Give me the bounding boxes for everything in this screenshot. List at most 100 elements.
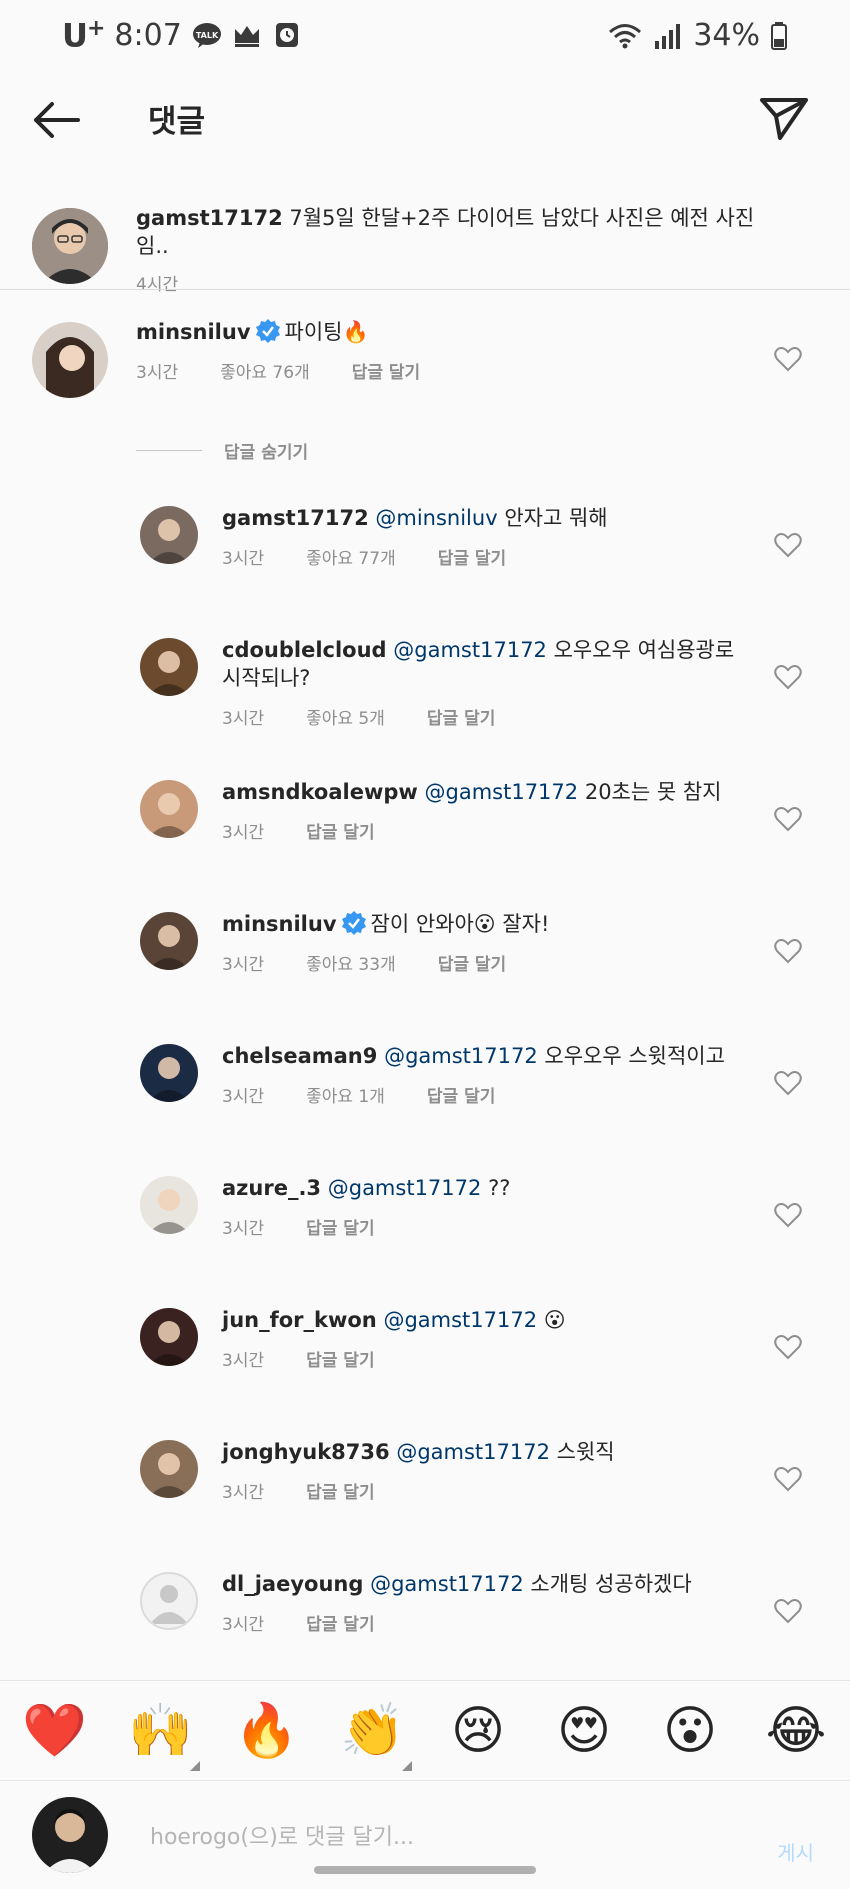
reply-button[interactable]: 답글 달기 <box>427 704 495 729</box>
reply-username[interactable]: dl_jaeyoung <box>222 1572 363 1596</box>
reply-body: chelseaman9 @gamst17172 오우오우 스윗적이고 3시간 좋아요… <box>222 1042 752 1107</box>
clapping-emoji-button[interactable]: 👏 <box>340 1699 405 1763</box>
comment-likes[interactable]: 좋아요 76개 <box>220 358 310 383</box>
mention-link[interactable]: @gamst17172 <box>328 1176 482 1200</box>
reply-username[interactable]: jun_for_kwon <box>222 1308 377 1332</box>
battery-icon <box>771 21 787 50</box>
like-heart-icon[interactable] <box>774 1334 802 1360</box>
reply-username[interactable]: gamst17172 <box>222 506 369 530</box>
reply-button[interactable]: 답글 달기 <box>306 1346 374 1371</box>
skin-tone-indicator <box>190 1761 200 1771</box>
reply-item: amsndkoalewpw @gamst17172 20초는 못 참지 3시간 답글… <box>0 778 850 888</box>
avatar[interactable] <box>140 1440 198 1498</box>
caption-username[interactable]: gamst17172 <box>136 206 283 230</box>
comment-username[interactable]: minsniluv <box>136 320 251 344</box>
avatar[interactable] <box>140 912 198 970</box>
clock-app-icon <box>275 23 298 48</box>
like-heart-icon[interactable] <box>774 1598 802 1624</box>
mention-link[interactable]: @gamst17172 <box>425 780 579 804</box>
like-heart-icon[interactable] <box>774 346 802 372</box>
like-heart-icon[interactable] <box>774 806 802 832</box>
skin-tone-indicator <box>402 1761 412 1771</box>
hide-replies-toggle[interactable]: 답글 숨기기 <box>136 438 308 463</box>
hide-replies-line <box>136 450 202 451</box>
avatar[interactable] <box>140 506 198 564</box>
comment-input[interactable] <box>150 1817 710 1857</box>
reply-text: dl_jaeyoung @gamst17172 소개팅 성공하겠다 <box>222 1570 752 1598</box>
like-heart-icon[interactable] <box>774 938 802 964</box>
reply-button[interactable]: 답글 달기 <box>352 358 420 383</box>
comment-content: 파이팅🔥 <box>284 320 369 344</box>
post-button[interactable]: 게시 <box>777 1837 814 1866</box>
battery-percent: 34% <box>693 18 760 53</box>
crown-icon <box>234 26 259 48</box>
laughing-emoji-button[interactable]: 😂 <box>764 1699 828 1763</box>
reply-body: azure_.3 @gamst17172 ?? 3시간 답글 달기 <box>222 1174 752 1239</box>
reply-likes[interactable]: 좋아요 77개 <box>306 544 396 569</box>
reply-likes[interactable]: 좋아요 1개 <box>306 1082 385 1107</box>
heart-eyes-emoji-button[interactable]: 😍 <box>552 1699 616 1763</box>
crying-emoji-button[interactable]: 😢 <box>446 1699 510 1763</box>
reply-text: azure_.3 @gamst17172 ?? <box>222 1174 752 1202</box>
reply-button[interactable]: 답글 달기 <box>306 1610 374 1635</box>
carrier-label: U+ <box>62 16 105 55</box>
status-right: 34% <box>607 18 788 53</box>
avatar[interactable] <box>140 1044 198 1102</box>
reply-button[interactable]: 답글 달기 <box>306 1214 374 1239</box>
reply-username[interactable]: minsniluv <box>222 912 337 936</box>
comment-text: minsniluv 파이팅🔥 <box>136 318 736 346</box>
mention-link[interactable]: @minsniluv <box>375 506 497 530</box>
caption-time: 4시간 <box>136 275 179 295</box>
reply-meta: 3시간 답글 달기 <box>222 1346 752 1371</box>
fire-emoji-button[interactable]: 🔥 <box>234 1699 299 1763</box>
like-heart-icon[interactable] <box>774 664 802 690</box>
like-heart-icon[interactable] <box>774 1070 802 1096</box>
reply-button[interactable]: 답글 달기 <box>306 818 374 843</box>
reply-body: cdoublelcloud @gamst17172 오우오우 여심용광로 시작되… <box>222 636 752 729</box>
reply-likes[interactable]: 좋아요 5개 <box>306 704 385 729</box>
reply-meta: 3시간 답글 달기 <box>222 818 752 843</box>
verified-badge-icon <box>341 911 366 935</box>
avatar[interactable] <box>140 638 198 696</box>
avatar[interactable] <box>140 1308 198 1366</box>
comments-header: 댓글 <box>0 80 850 160</box>
surprised-emoji-button[interactable]: 😮 <box>658 1699 722 1763</box>
reply-meta: 3시간 답글 달기 <box>222 1610 752 1635</box>
mention-link[interactable]: @gamst17172 <box>396 1440 550 1464</box>
reply-likes[interactable]: 좋아요 33개 <box>306 950 396 975</box>
reply-button[interactable]: 답글 달기 <box>438 950 506 975</box>
reply-item: dl_jaeyoung @gamst17172 소개팅 성공하겠다 3시간 답글 달… <box>0 1570 850 1680</box>
reply-username[interactable]: azure_.3 <box>222 1176 321 1200</box>
reply-button[interactable]: 답글 달기 <box>427 1082 495 1107</box>
avatar[interactable] <box>140 1572 198 1630</box>
mention-link[interactable]: @gamst17172 <box>393 638 547 662</box>
reply-username[interactable]: cdoublelcloud <box>222 638 387 662</box>
reply-username[interactable]: chelseaman9 <box>222 1044 377 1068</box>
reply-button[interactable]: 답글 달기 <box>306 1478 374 1503</box>
reply-time: 3시간 <box>222 1615 265 1635</box>
home-indicator[interactable] <box>314 1866 536 1874</box>
like-heart-icon[interactable] <box>774 1202 802 1228</box>
reply-username[interactable]: jonghyuk8736 <box>222 1440 390 1464</box>
direct-send-icon[interactable] <box>758 92 810 144</box>
default-avatar-icon <box>150 1585 188 1624</box>
wifi-icon <box>609 23 642 48</box>
comment-body: minsniluv 파이팅🔥 3시간 좋아요 76개 답글 달기 <box>136 318 736 383</box>
reply-content: 안자고 뭐해 <box>504 506 608 530</box>
avatar[interactable] <box>32 208 108 284</box>
like-heart-icon[interactable] <box>774 1466 802 1492</box>
raised-hands-emoji-button[interactable]: 🙌 <box>128 1699 193 1763</box>
avatar-photo <box>148 1057 190 1102</box>
avatar[interactable] <box>32 322 108 398</box>
avatar[interactable] <box>140 1176 198 1234</box>
like-heart-icon[interactable] <box>774 532 802 558</box>
reply-username[interactable]: amsndkoalewpw <box>222 780 418 804</box>
mention-link[interactable]: @gamst17172 <box>370 1572 524 1596</box>
mention-link[interactable]: @gamst17172 <box>383 1308 537 1332</box>
heart-emoji-button[interactable]: ❤️ <box>22 1699 87 1763</box>
reply-time: 3시간 <box>222 1483 265 1503</box>
reply-button[interactable]: 답글 달기 <box>438 544 506 569</box>
back-arrow-icon[interactable] <box>30 98 82 142</box>
avatar[interactable] <box>140 780 198 838</box>
mention-link[interactable]: @gamst17172 <box>384 1044 538 1068</box>
